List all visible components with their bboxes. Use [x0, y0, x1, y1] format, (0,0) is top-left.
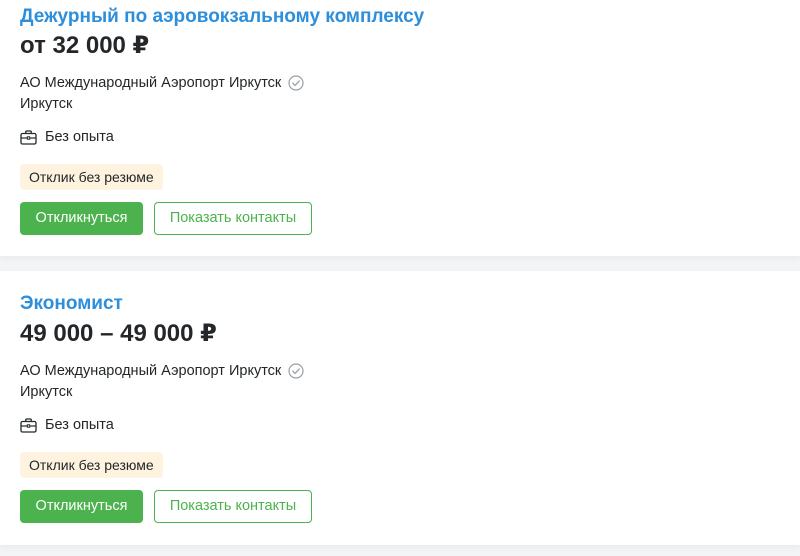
verified-check-icon: [288, 75, 304, 91]
show-contacts-button[interactable]: Показать контакты: [154, 202, 312, 235]
vacancy-card: Дежурный по аэровокзальному комплексу от…: [0, 0, 800, 256]
briefcase-icon: [20, 129, 37, 145]
experience-label: Без опыта: [45, 129, 114, 145]
briefcase-icon: [20, 417, 37, 433]
vacancy-city: Иркутск: [20, 96, 73, 112]
verified-check-icon: [288, 363, 304, 379]
experience-label: Без опыта: [45, 417, 114, 433]
vacancy-title-link[interactable]: Экономист: [20, 293, 123, 315]
company-row: АО Международный Аэропорт Иркутск: [20, 75, 304, 91]
company-name-link[interactable]: АО Международный Аэропорт Иркутск: [20, 363, 281, 379]
vacancy-card: Экономист 49 000 – 49 000 ₽ АО Междунаро…: [0, 271, 800, 545]
experience-row: Без опыта: [20, 129, 114, 145]
show-contacts-button[interactable]: Показать контакты: [154, 490, 312, 523]
company-row: АО Международный Аэропорт Иркутск: [20, 363, 304, 379]
no-resume-badge: Отклик без резюме: [20, 164, 163, 190]
vacancy-city: Иркутск: [20, 384, 73, 400]
experience-row: Без опыта: [20, 417, 114, 433]
vacancy-salary: 49 000 – 49 000 ₽: [20, 320, 217, 347]
vacancy-salary: от 32 000 ₽: [20, 32, 150, 59]
vacancy-title-link[interactable]: Дежурный по аэровокзальному комплексу: [20, 6, 424, 28]
respond-button[interactable]: Откликнуться: [20, 202, 143, 235]
respond-button[interactable]: Откликнуться: [20, 490, 143, 523]
company-name-link[interactable]: АО Международный Аэропорт Иркутск: [20, 75, 281, 91]
no-resume-badge: Отклик без резюме: [20, 452, 163, 478]
